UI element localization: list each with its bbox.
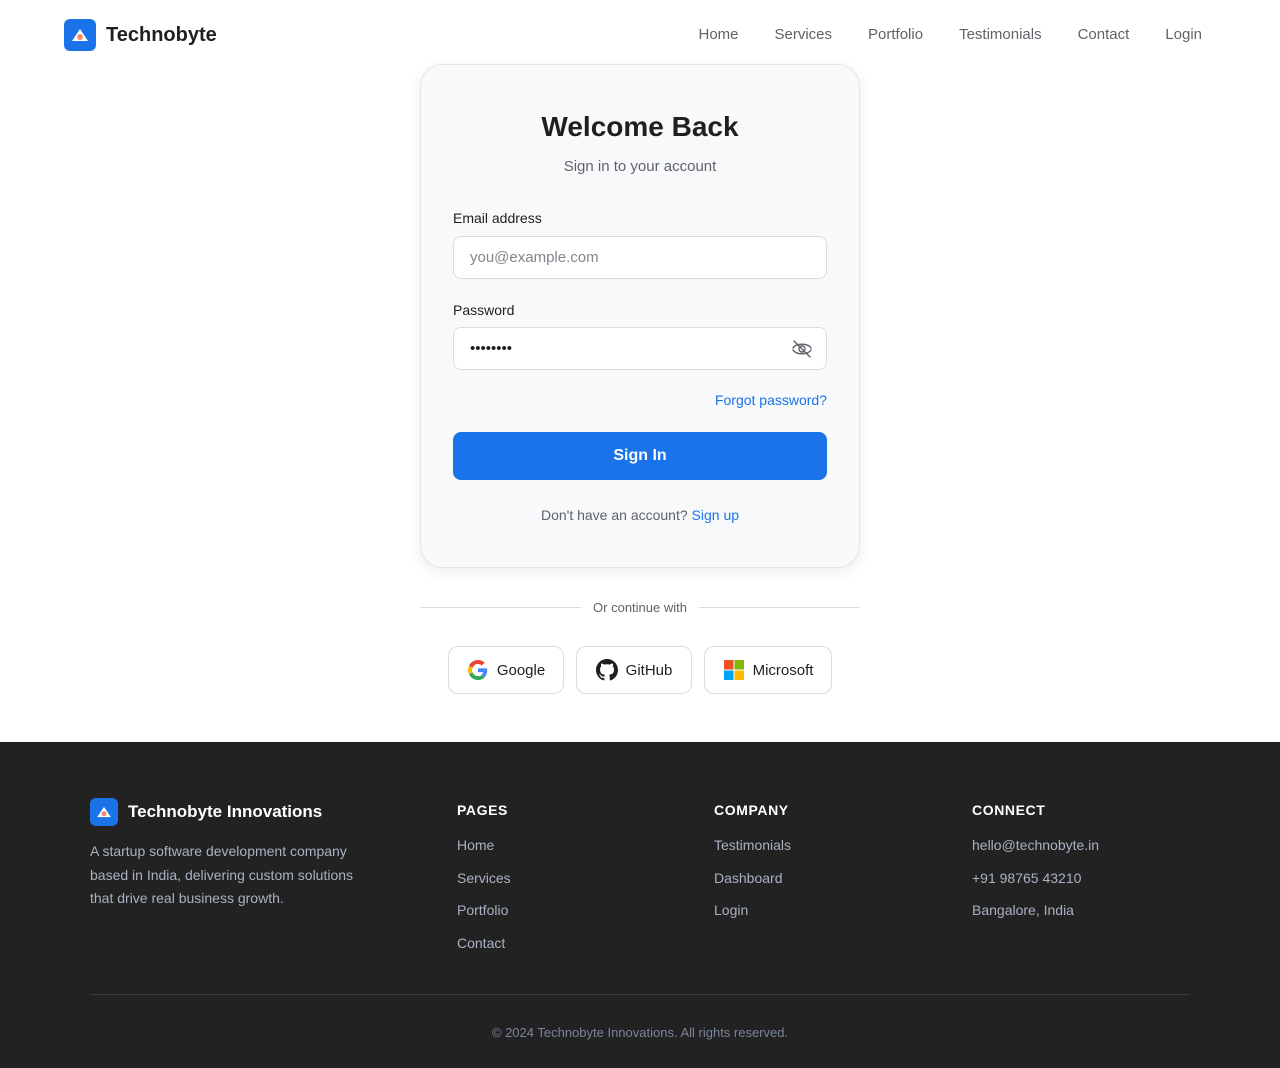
eye-off-icon[interactable] [789,337,815,361]
footer-connect-heading: CONNECT [972,802,1046,818]
nav-contact[interactable]: Contact [1078,26,1130,44]
footer-link-dashboard[interactable]: Dashboard [714,870,791,886]
footer-location: Bangalore, India [972,902,1074,918]
sign-in-button[interactable]: Sign In [453,432,827,480]
email-input[interactable] [453,236,827,279]
password-input[interactable] [453,327,827,370]
footer-link-login[interactable]: Login [714,902,791,918]
divider-text: Or continue with [593,599,687,615]
nav-home[interactable]: Home [698,26,738,44]
footer-link-portfolio[interactable]: Portfolio [457,902,511,918]
or-divider: Or continue with [420,598,860,616]
nav-services[interactable]: Services [775,26,833,44]
main-nav: Home Services Portfolio Testimonials Con… [662,26,1202,44]
microsoft-label: Microsoft [752,661,814,679]
email-label: Email address [453,210,542,226]
signup-prompt: Don't have an account? Sign up [421,507,859,523]
footer-brand[interactable]: Technobyte Innovations [90,798,322,826]
nav-testimonials[interactable]: Testimonials [959,26,1042,44]
sign-up-link[interactable]: Sign up [692,507,739,523]
google-icon [467,659,489,681]
footer-phone-link[interactable]: +91 98765 43210 [972,870,1099,886]
login-title: Welcome Back [541,111,739,142]
signup-prompt-text: Don't have an account? [540,507,688,523]
footer-divider [90,994,1190,995]
nav-portfolio[interactable]: Portfolio [868,26,923,44]
footer-link-contact[interactable]: Contact [457,935,511,951]
logo-icon [64,19,96,51]
brand[interactable]: Technobyte [64,19,217,51]
footer-copyright: © 2024 Technobyte Innovations. All right… [491,1025,789,1040]
footer-link-services[interactable]: Services [457,870,511,886]
github-icon [595,659,618,681]
github-label: GitHub [625,661,673,679]
divider-line [698,606,860,608]
footer-brand-name: Technobyte Innovations [128,802,323,821]
footer-link-testimonials[interactable]: Testimonials [714,837,791,853]
footer-connect-column: CONNECT hello@technobyte.in +91 98765 43… [972,802,1099,935]
footer-link-home[interactable]: Home [457,837,511,853]
footer-logo-icon [90,798,118,826]
site-header: Technobyte Home Services Portfolio Testi… [0,0,1280,70]
footer-email-link[interactable]: hello@technobyte.in [972,837,1099,853]
site-footer: Technobyte Innovations A startup softwar… [0,742,1280,1068]
google-button[interactable]: Google [448,646,564,694]
footer-description: A startup software development company b… [90,843,354,906]
google-label: Google [496,661,546,679]
social-login: Google GitHub Microsoft [448,646,832,694]
brand-name: Technobyte [106,23,217,46]
footer-pages-heading: PAGES [457,802,508,818]
footer-company-heading: COMPANY [714,802,789,818]
divider-line [420,606,582,608]
forgot-password-link[interactable]: Forgot password? [715,392,827,408]
password-label: Password [453,302,515,318]
github-button[interactable]: GitHub [576,646,692,694]
microsoft-button[interactable]: Microsoft [704,646,832,694]
footer-pages-column: PAGES Home Services Portfolio Contact [457,802,511,967]
login-subtitle: Sign in to your account [563,158,717,175]
footer-company-column: COMPANY Testimonials Dashboard Login [714,802,791,935]
microsoft-icon [723,659,745,681]
login-card: Welcome Back Sign in to your account Ema… [420,64,860,568]
nav-login[interactable]: Login [1165,26,1202,44]
